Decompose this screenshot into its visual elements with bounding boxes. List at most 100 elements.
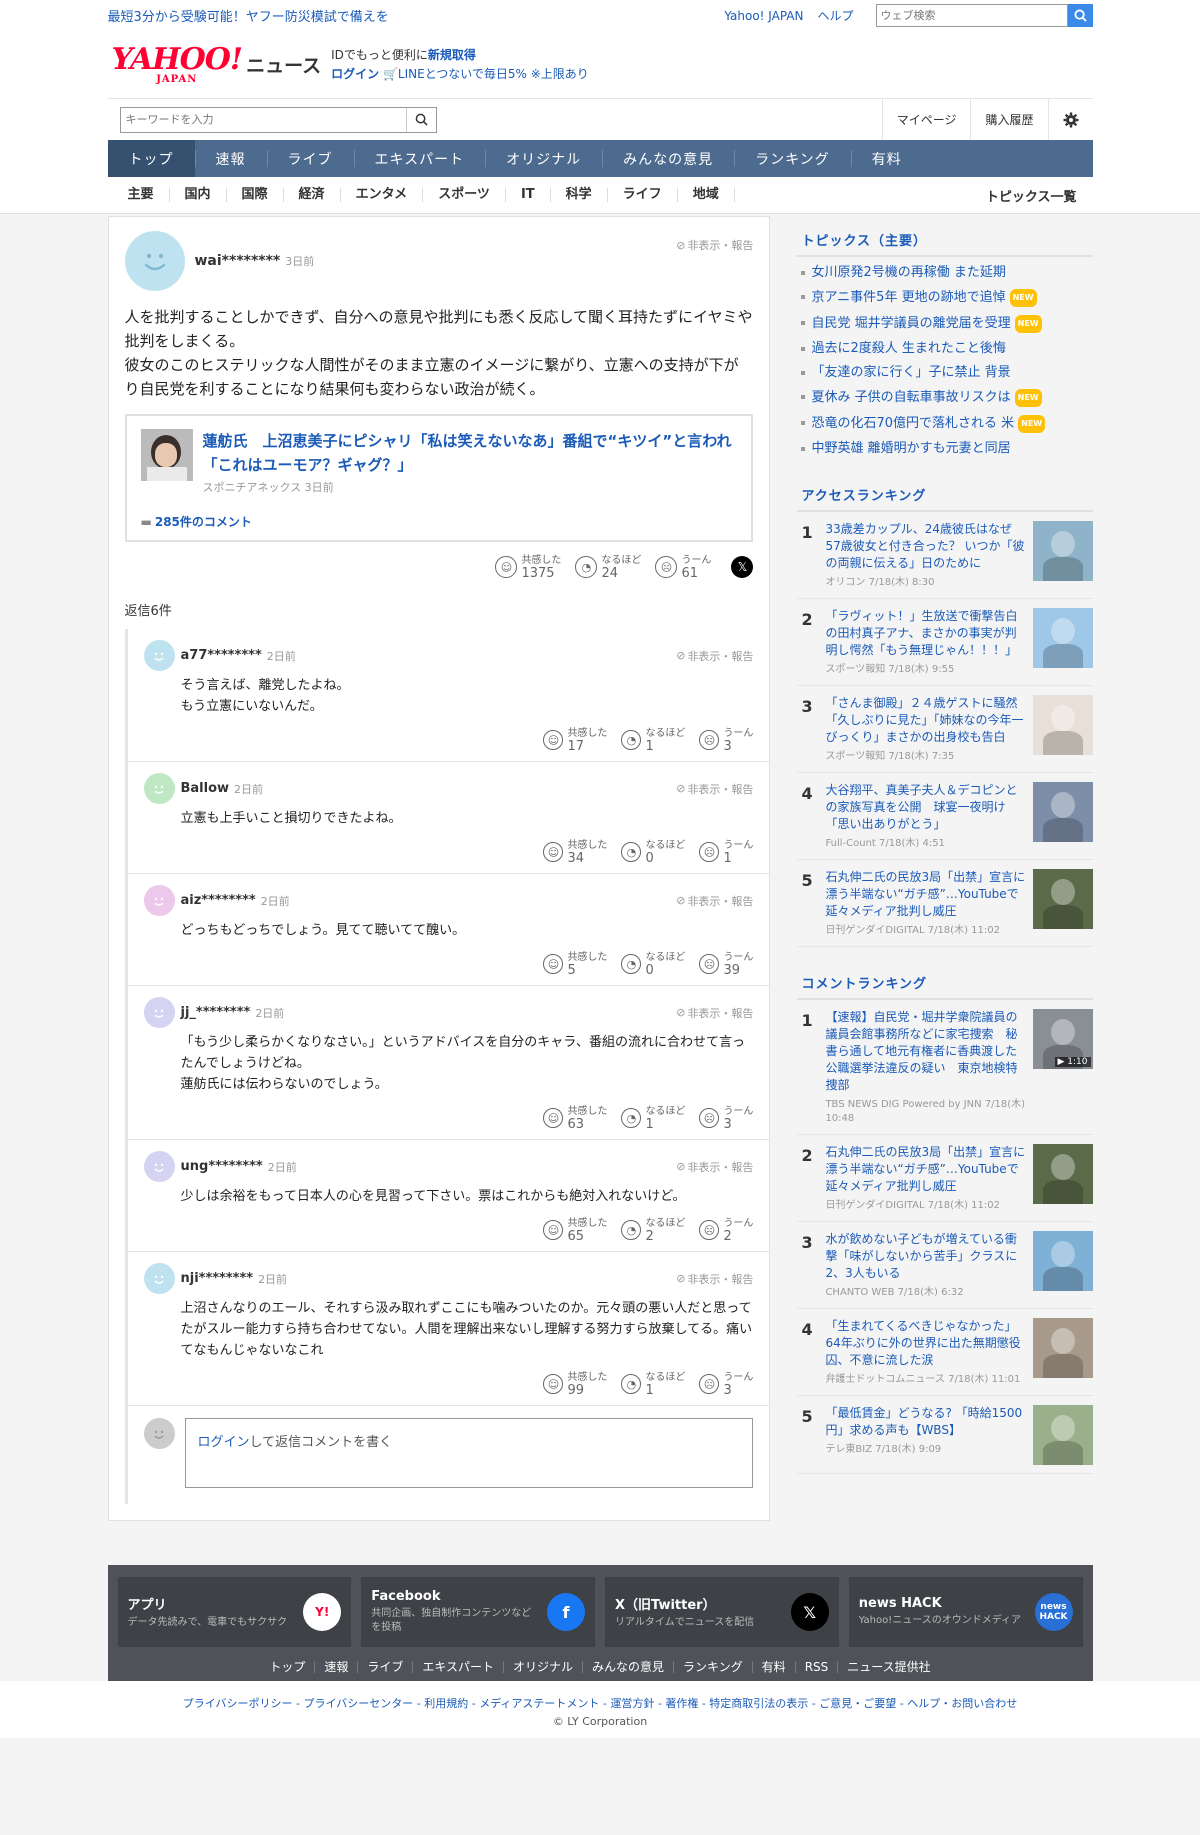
footer-card-1[interactable]: Facebook 共同企画、独自制作コンテンツなどを投稿 f xyxy=(361,1577,595,1647)
rank-title[interactable]: 石丸伸二氏の民放3局「出禁」宣言に漂う半端ない“ガチ感”…YouTubeで延々メ… xyxy=(825,1144,1026,1195)
category-1[interactable]: 国内 xyxy=(170,188,227,202)
tab-2[interactable]: ライブ xyxy=(266,140,354,177)
report-button[interactable]: ⊘ 非表示・報告 xyxy=(676,781,753,797)
tab-0[interactable]: トップ xyxy=(107,140,195,177)
topic-item[interactable]: 女川原発2号機の再稼働 また延期 xyxy=(797,261,1092,285)
footer-card-2[interactable]: X（旧Twitter） リアルタイムでニュースを配信 𝕏 xyxy=(605,1577,839,1647)
report-button[interactable]: ⊘ 非表示・報告 xyxy=(676,1005,753,1021)
topic-text[interactable]: 夏休み 子供の自転車事故リスクは xyxy=(811,390,1010,406)
reaction-1[interactable]: ◔ なるほど 1 xyxy=(621,727,685,753)
rank-title[interactable]: 【速報】自民党・堀井学衆院議員の議員会館事務所などに家宅捜索 秘書ら通して地元有… xyxy=(825,1009,1026,1094)
help-link[interactable]: ヘルプ xyxy=(817,7,853,24)
reply-author[interactable]: jj_******** xyxy=(181,1005,251,1020)
promo-link[interactable]: 最短3分から受験可能！ヤフー防災模試で備えを xyxy=(108,6,389,25)
keyword-search-button[interactable] xyxy=(405,107,436,132)
topics-list-link[interactable]: トピックス一覧 xyxy=(986,186,1077,205)
ranking-item[interactable]: 1 33歳差カップル、24歳彼氏はなぜ57歳彼女と付き合った？ いつか「彼の両親に… xyxy=(797,512,1093,599)
reaction-1[interactable]: ◔ なるほど 0 xyxy=(621,951,685,977)
rank-title[interactable]: 「ラヴィット！」生放送で衝撃告白の田村真子アナ、まさかの事実が判明し愕然「もう無… xyxy=(825,608,1026,659)
reply-author[interactable]: a77******** xyxy=(181,648,262,663)
reply-author[interactable]: aiz******** xyxy=(181,893,256,908)
rank-title[interactable]: 「最低賃金」どうなる? 「時給1500円」求める声も【WBS】 xyxy=(825,1405,1026,1439)
category-7[interactable]: 科学 xyxy=(551,188,608,202)
topic-text[interactable]: 京アニ事件5年 更地の跡地で追悼 xyxy=(811,290,1005,306)
category-5[interactable]: スポーツ xyxy=(423,188,506,202)
topic-item[interactable]: 夏休み 子供の自転車事故リスクは NEW xyxy=(797,385,1092,411)
reaction-0[interactable]: ☺ 共感した 34 xyxy=(543,839,607,865)
footer-link[interactable]: みんなの意見 xyxy=(583,1661,675,1673)
topic-text[interactable]: 女川原発2号機の再稼働 また延期 xyxy=(811,265,1005,281)
category-3[interactable]: 経済 xyxy=(284,188,341,202)
footer-link[interactable]: オリジナル xyxy=(504,1661,584,1673)
x-share-button[interactable]: 𝕏 xyxy=(731,556,754,578)
reply-login-link[interactable]: ログイン xyxy=(198,1435,250,1450)
tab-6[interactable]: ランキング xyxy=(734,140,851,177)
footer-link[interactable]: 有料 xyxy=(753,1661,796,1673)
footer-link[interactable]: ライブ xyxy=(358,1661,414,1673)
report-button[interactable]: ⊘ 非表示・報告 xyxy=(676,1159,753,1175)
ranking-item[interactable]: 5 石丸伸二氏の民放3局「出禁」宣言に漂う半端ない“ガチ感”…YouTubeで延々… xyxy=(797,860,1093,947)
ranking-item[interactable]: 4 「生まれてくるべきじゃなかった」64年ぶりに外の世界に出た無期懲役囚、不意に流… xyxy=(797,1309,1093,1396)
category-2[interactable]: 国際 xyxy=(227,188,284,202)
report-button[interactable]: ⊘ 非表示・報告 xyxy=(676,648,753,664)
ranking-item[interactable]: 2 石丸伸二氏の民放3局「出禁」宣言に漂う半端ない“ガチ感”…YouTubeで延々… xyxy=(797,1135,1093,1222)
reply-author[interactable]: Ballow xyxy=(181,781,230,796)
tab-7[interactable]: 有料 xyxy=(850,140,923,177)
settings-button[interactable] xyxy=(1047,98,1093,141)
reaction-2[interactable]: ☹ うーん 3 xyxy=(699,1371,753,1397)
category-8[interactable]: ライフ xyxy=(608,188,678,202)
comment-author[interactable]: wai******** xyxy=(195,253,281,269)
reaction-0[interactable]: ☺ 共感した 99 xyxy=(543,1371,607,1397)
topic-item[interactable]: 自民党 堀井学議員の離党届を受理 NEW xyxy=(797,311,1092,337)
topic-item[interactable]: 京アニ事件5年 更地の跡地で追悼 NEW xyxy=(797,285,1092,311)
reaction-2[interactable]: ☹ うーん 1 xyxy=(699,839,753,865)
reply-input[interactable]: ログインして返信コメントを書く xyxy=(184,1418,754,1488)
rank-title[interactable]: 33歳差カップル、24歳彼氏はなぜ57歳彼女と付き合った？ いつか「彼の両親に伝… xyxy=(825,521,1026,572)
topic-item[interactable]: 恐竜の化石70億円で落札される 米 NEW xyxy=(797,411,1092,437)
category-0[interactable]: 主要 xyxy=(108,188,170,202)
reaction-2[interactable]: ☹ うーん 39 xyxy=(699,951,753,977)
reaction-2[interactable]: ☹ うーん 3 xyxy=(699,727,753,753)
reaction-2[interactable]: ☹ うーん 61 xyxy=(655,554,711,580)
footer-link[interactable]: ランキング xyxy=(674,1661,753,1673)
reaction-0[interactable]: ☺ 共感した 63 xyxy=(543,1105,607,1131)
rank-title[interactable]: 大谷翔平、真美子夫人＆デコピンとの家族写真を公開 球宴一夜明け「思い出ありがとう… xyxy=(825,782,1026,833)
rank-title[interactable]: 「生まれてくるべきじゃなかった」64年ぶりに外の世界に出た無期懲役囚、不意に流し… xyxy=(825,1318,1026,1369)
rank-title[interactable]: 石丸伸二氏の民放3局「出禁」宣言に漂う半端ない“ガチ感”…YouTubeで延々メ… xyxy=(825,869,1026,920)
reaction-0[interactable]: ☺ 共感した 1375 xyxy=(495,554,561,580)
ranking-item[interactable]: 2 「ラヴィット！」生放送で衝撃告白の田村真子アナ、まさかの事実が判明し愕然「もう… xyxy=(797,599,1093,686)
reaction-1[interactable]: ◔ なるほど 1 xyxy=(621,1105,685,1131)
rank-title[interactable]: 水が飲めない子どもが増えている衝撃「味がしないから苦手」クラスに2、3人もいる xyxy=(825,1231,1026,1282)
footer-link[interactable]: エキスパート xyxy=(413,1661,504,1673)
article-comments-link[interactable]: ▬ 285件のコメント xyxy=(141,513,738,530)
ranking-item[interactable]: 5 「最低賃金」どうなる? 「時給1500円」求める声も【WBS】 テレ東BIZ 7… xyxy=(797,1396,1093,1474)
reaction-1[interactable]: ◔ なるほど 0 xyxy=(621,839,685,865)
topic-text[interactable]: 自民党 堀井学議員の離党届を受理 xyxy=(811,316,1010,332)
footer-card-0[interactable]: アプリ データ先読みで、電車でもサクサク Y! xyxy=(117,1577,352,1647)
report-button[interactable]: ⊘ 非表示・報告 xyxy=(676,893,753,909)
article-title[interactable]: 蓮舫氏 上沼恵美子にピシャリ「私は笑えないなあ」番組で“キツイ”と言われ「これは… xyxy=(203,429,738,477)
login-link[interactable]: ログイン xyxy=(331,67,379,81)
web-search-input[interactable] xyxy=(875,4,1068,27)
topic-item[interactable]: 中野英雄 離婚明かすも元妻と同居 xyxy=(797,437,1092,461)
topic-text[interactable]: 「友達の家に行く」子に禁止 背景 xyxy=(811,365,1010,381)
reaction-0[interactable]: ☺ 共感した 17 xyxy=(543,727,607,753)
footer-link[interactable]: ニュース提供社 xyxy=(838,1661,939,1673)
reply-author[interactable]: nji******** xyxy=(181,1271,254,1286)
yahoo-japan-link[interactable]: Yahoo! JAPAN xyxy=(724,9,803,23)
category-4[interactable]: エンタメ xyxy=(341,188,424,202)
purchase-history-link[interactable]: 購入履歴 xyxy=(970,98,1047,141)
category-9[interactable]: 地域 xyxy=(678,188,735,202)
topic-item[interactable]: 「友達の家に行く」子に禁止 背景 xyxy=(797,361,1092,385)
reaction-2[interactable]: ☹ うーん 2 xyxy=(699,1217,753,1243)
tab-5[interactable]: みんなの意見 xyxy=(602,140,734,177)
ranking-item[interactable]: 1 【速報】自民党・堀井学衆院議員の議員会館事務所などに家宅捜索 秘書ら通して地元… xyxy=(797,1000,1093,1135)
tab-4[interactable]: オリジナル xyxy=(485,140,602,177)
report-button[interactable]: ⊘ 非表示・報告 xyxy=(676,237,753,253)
mypage-link[interactable]: マイページ xyxy=(881,98,971,141)
yahoo-news-logo[interactable]: YAHOO! JAPAN ニュース xyxy=(112,44,322,85)
reaction-1[interactable]: ◔ なるほど 2 xyxy=(621,1217,685,1243)
legal-links[interactable]: プライバシーポリシー - プライバシーセンター - 利用規約 - メディアステー… xyxy=(0,1695,1200,1711)
topic-text[interactable]: 恐竜の化石70億円で落札される 米 xyxy=(811,416,1014,432)
ranking-item[interactable]: 4 大谷翔平、真美子夫人＆デコピンとの家族写真を公開 球宴一夜明け「思い出ありがと… xyxy=(797,773,1093,860)
